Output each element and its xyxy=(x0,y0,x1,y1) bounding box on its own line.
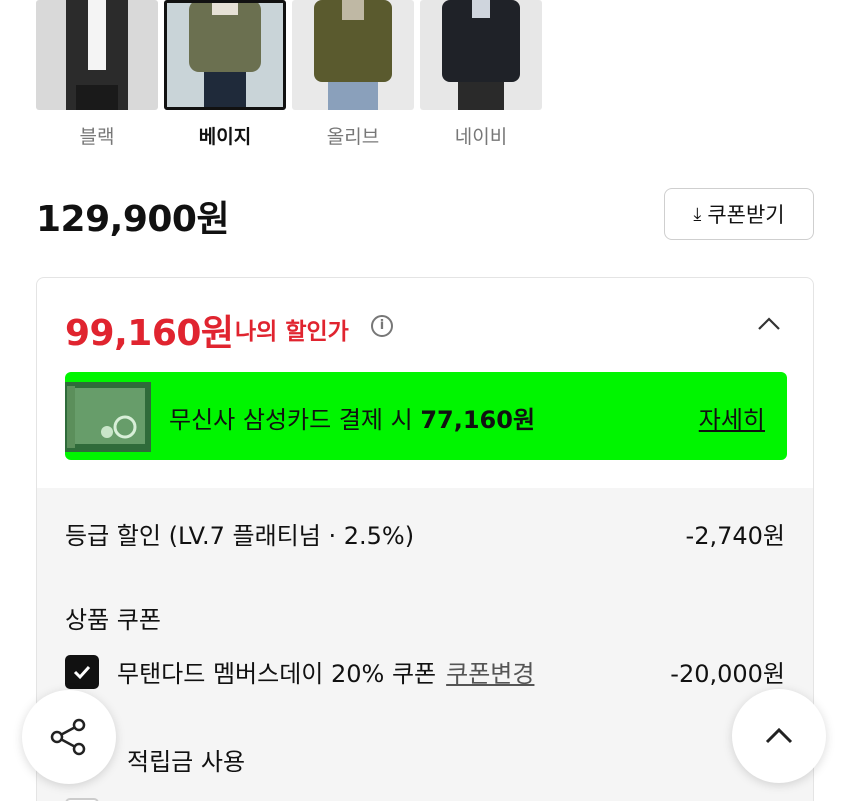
product-coupon-row: 무탠다드 멤버스데이 20% 쿠폰 쿠폰변경 -20,000원 xyxy=(65,654,785,689)
get-coupon-button[interactable]: ⤓ 쿠폰받기 xyxy=(664,188,814,240)
chevron-up-icon xyxy=(765,727,793,744)
grade-discount-label: 등급 할인 (LV.7 플래티넘 · 2.5%) xyxy=(65,522,415,550)
my-discount-price: 99,160원 xyxy=(65,313,234,354)
check-icon xyxy=(73,665,91,679)
color-label: 블랙 xyxy=(79,126,115,148)
card-promo-banner[interactable]: 무신사 삼성카드 결제 시 77,160원 자세히 xyxy=(65,372,787,460)
color-thumbnail[interactable] xyxy=(420,0,542,110)
color-thumbnail[interactable] xyxy=(36,0,158,110)
promo-text: 무신사 삼성카드 결제 시 77,160원 xyxy=(169,400,535,435)
product-coupon-title: 상품 쿠폰 xyxy=(65,606,161,634)
color-label: 올리브 xyxy=(326,126,380,148)
coupon-name: 무탠다드 멤버스데이 20% 쿠폰 xyxy=(117,660,437,688)
promo-card-image xyxy=(65,382,151,452)
promo-text-prefix: 무신사 삼성카드 결제 시 xyxy=(169,406,421,434)
discount-header[interactable]: 99,160원 나의 할인가 i 무신사 삼성카드 결제 시 77,160원 자… xyxy=(37,278,813,488)
download-icon: ⤓ xyxy=(693,203,702,225)
discount-card: 99,160원 나의 할인가 i 무신사 삼성카드 결제 시 77,160원 자… xyxy=(36,277,814,801)
color-label: 베이지 xyxy=(198,126,252,148)
color-label: 네이비 xyxy=(454,126,508,148)
share-button[interactable] xyxy=(22,690,116,784)
points-title: 적립금 사용 xyxy=(127,748,246,776)
promo-detail-link[interactable]: 자세히 xyxy=(699,400,765,435)
change-coupon-link[interactable]: 쿠폰변경 xyxy=(446,654,534,689)
discount-details: 등급 할인 (LV.7 플래티넘 · 2.5%) -2,740원 상품 쿠폰 무… xyxy=(37,488,813,801)
my-discount-label: 나의 할인가 xyxy=(235,319,349,345)
share-icon xyxy=(50,718,86,756)
grade-discount-row: 등급 할인 (LV.7 플래티넘 · 2.5%) -2,740원 xyxy=(65,516,785,551)
coupon-checkbox[interactable] xyxy=(65,654,99,689)
color-option-beige[interactable]: 베이지 xyxy=(164,0,286,149)
color-thumbnail[interactable] xyxy=(292,0,414,110)
coupon-amount: -20,000원 xyxy=(670,660,785,688)
info-icon[interactable]: i xyxy=(371,315,393,337)
color-option-black[interactable]: 블랙 xyxy=(36,0,158,149)
color-option-navy[interactable]: 네이비 xyxy=(420,0,542,149)
get-coupon-label: 쿠폰받기 xyxy=(707,203,785,227)
original-price: 129,900원 xyxy=(36,199,230,240)
chevron-up-icon[interactable] xyxy=(755,310,783,338)
scroll-top-button[interactable] xyxy=(732,689,826,783)
grade-discount-amount: -2,740원 xyxy=(685,522,785,550)
color-thumbnail-selected[interactable] xyxy=(164,0,286,110)
color-options: 블랙 베이지 올리브 네이비 xyxy=(36,0,542,149)
promo-amount: 77,160원 xyxy=(420,406,536,434)
color-option-olive[interactable]: 올리브 xyxy=(292,0,414,149)
